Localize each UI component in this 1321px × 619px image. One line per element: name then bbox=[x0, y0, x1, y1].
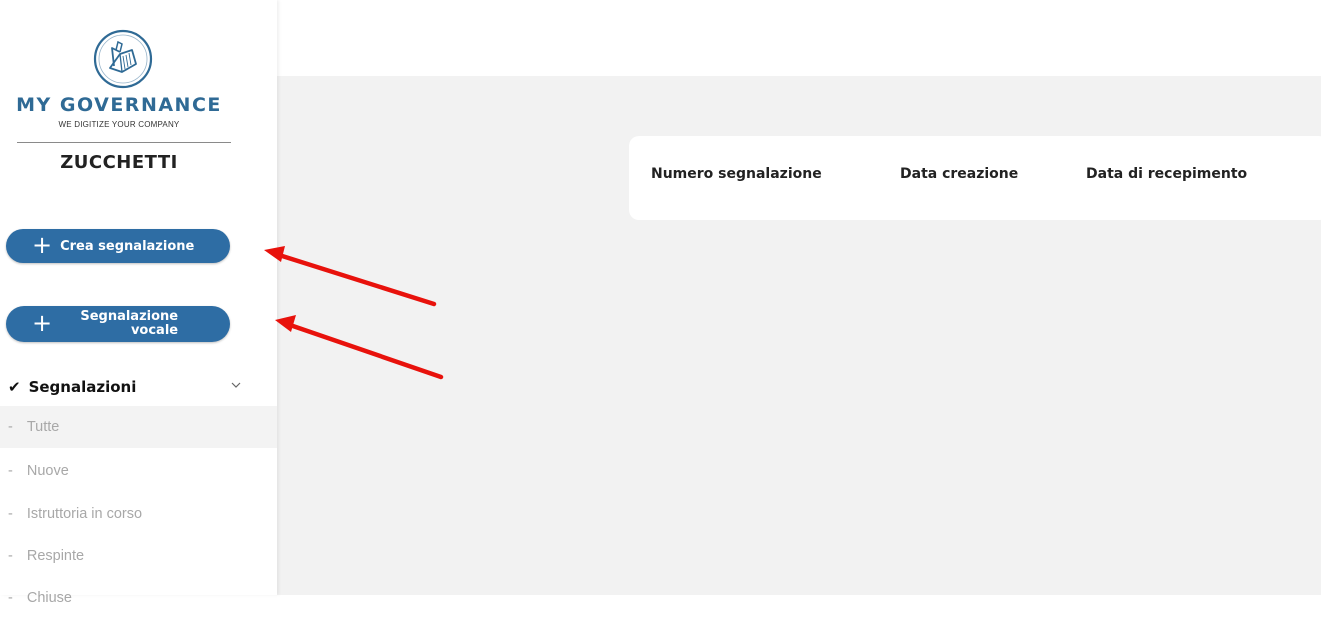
create-report-button[interactable]: + Crea segnalazione bbox=[6, 229, 230, 263]
logo-divider bbox=[17, 142, 231, 143]
nav-item-label: Chiuse bbox=[26, 590, 72, 606]
nav-item-label: Nuove bbox=[26, 463, 69, 479]
dash-marker: - bbox=[8, 419, 13, 435]
create-report-label: Crea segnalazione bbox=[60, 238, 195, 254]
voice-report-label: Segnalazione vocale bbox=[80, 309, 179, 338]
brand-name: MY GOVERNANCE bbox=[16, 94, 222, 116]
top-bar bbox=[277, 0, 1321, 76]
column-header-receipt-date[interactable]: Data di recepimento bbox=[1086, 166, 1247, 182]
dash-marker: - bbox=[8, 506, 13, 522]
brand-tagline: WE DIGITIZE YOUR COMPANY bbox=[58, 120, 180, 129]
nav-item-label: Tutte bbox=[26, 419, 60, 435]
column-header-creation-date[interactable]: Data creazione bbox=[900, 166, 1018, 182]
nav-item-rejected[interactable]: - Respinte bbox=[0, 535, 277, 577]
voice-report-button[interactable]: + Segnalazione vocale bbox=[6, 306, 230, 342]
nav-section-reports[interactable]: ✔ Segnalazioni bbox=[0, 371, 277, 403]
check-icon: ✔ bbox=[8, 378, 21, 396]
dash-marker: - bbox=[8, 590, 13, 606]
company-name: ZUCCHETTI bbox=[60, 152, 178, 173]
nav-item-closed[interactable]: - Chiuse bbox=[0, 577, 277, 619]
nav-item-new[interactable]: - Nuove bbox=[0, 450, 277, 492]
sidebar: MY GOVERNANCE WE DIGITIZE YOUR COMPANY Z… bbox=[0, 0, 277, 606]
column-header-report-number[interactable]: Numero segnalazione bbox=[651, 166, 822, 182]
plus-icon: + bbox=[32, 231, 53, 259]
nav-item-in-progress[interactable]: - Istruttoria in corso bbox=[0, 493, 277, 535]
plus-icon: + bbox=[32, 309, 53, 337]
book-logo-icon bbox=[93, 29, 153, 89]
nav-item-label: Respinte bbox=[26, 548, 85, 564]
dash-marker: - bbox=[8, 548, 13, 564]
chevron-down-icon[interactable] bbox=[230, 379, 242, 391]
nav-section-label: Segnalazioni bbox=[28, 378, 137, 396]
reports-table-header: Numero segnalazione Data creazione Data … bbox=[629, 136, 1321, 220]
dash-marker: - bbox=[8, 463, 13, 479]
nav-item-all[interactable]: - Tutte bbox=[0, 406, 277, 448]
nav-item-label: Istruttoria in corso bbox=[26, 506, 143, 522]
